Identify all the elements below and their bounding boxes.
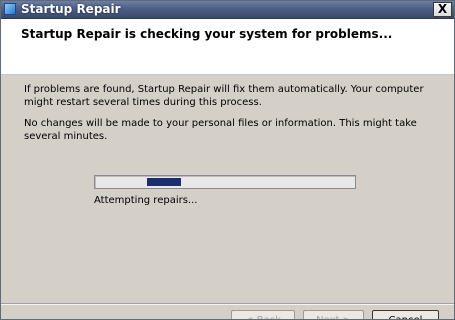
info-paragraph-problems: If problems are found, Startup Repair wi… (24, 84, 424, 108)
status-text: Attempting repairs... (94, 195, 198, 206)
startup-repair-window: Startup Repair X Startup Repair is check… (0, 0, 455, 320)
header-panel: Startup Repair is checking your system f… (1, 19, 454, 75)
title-bar[interactable]: Startup Repair X (1, 1, 454, 19)
info-paragraph-no-changes: No changes will be made to your personal… (24, 118, 417, 142)
startup-repair-icon (4, 3, 16, 15)
cancel-button[interactable]: Cancel (372, 310, 439, 319)
back-button[interactable]: < Back (231, 310, 295, 319)
button-divider (1, 303, 454, 305)
window-title: Startup Repair (21, 2, 121, 16)
page-title: Startup Repair is checking your system f… (21, 27, 393, 41)
progress-indicator (147, 178, 181, 186)
close-button[interactable]: X (433, 2, 452, 17)
progress-bar (94, 175, 356, 189)
next-button[interactable]: Next > (303, 310, 364, 319)
